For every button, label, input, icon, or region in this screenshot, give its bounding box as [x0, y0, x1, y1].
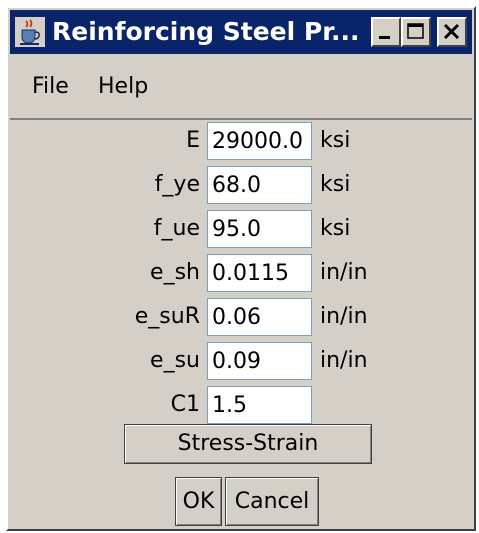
- f-ue-unit: ksi: [320, 216, 351, 241]
- f-ue-field[interactable]: [207, 210, 312, 248]
- e-field[interactable]: [207, 122, 312, 160]
- e-sur-unit: in/in: [320, 304, 368, 329]
- close-button[interactable]: [437, 17, 467, 47]
- c1-label: C1: [170, 392, 200, 417]
- menu-file[interactable]: File: [32, 56, 69, 118]
- c1-field[interactable]: [207, 386, 312, 424]
- menu-help[interactable]: Help: [98, 56, 148, 118]
- cancel-button[interactable]: Cancel: [225, 477, 319, 526]
- maximize-icon: [407, 23, 424, 39]
- e-sh-field[interactable]: [207, 254, 312, 292]
- f-ye-field[interactable]: [207, 166, 312, 204]
- f-ye-unit: ksi: [320, 172, 351, 197]
- ok-button[interactable]: OK: [175, 477, 222, 526]
- e-su-unit: in/in: [320, 348, 368, 373]
- e-sh-label: e_sh: [150, 260, 200, 285]
- window-title: Reinforcing Steel Pr...: [52, 17, 360, 46]
- e-su-field[interactable]: [207, 342, 312, 380]
- e-sh-unit: in/in: [320, 260, 368, 285]
- e-label: E: [186, 128, 200, 153]
- menu-bar: File Help: [10, 56, 472, 120]
- stress-strain-button[interactable]: Stress-Strain: [124, 424, 372, 464]
- reinforcing-steel-window: Reinforcing Steel Pr... File Help E ksi …: [6, 6, 476, 531]
- e-sur-label: e_suR: [134, 304, 200, 329]
- e-unit: ksi: [320, 128, 351, 153]
- minimize-button[interactable]: [371, 17, 401, 47]
- title-bar[interactable]: Reinforcing Steel Pr...: [10, 10, 472, 54]
- maximize-button[interactable]: [401, 17, 431, 47]
- f-ye-label: f_ye: [154, 172, 200, 197]
- f-ue-label: f_ue: [153, 216, 200, 241]
- minimize-icon: [379, 36, 390, 39]
- close-icon: [443, 23, 460, 40]
- java-coffee-cup-icon[interactable]: [15, 17, 45, 47]
- e-sur-field[interactable]: [207, 298, 312, 336]
- e-su-label: e_su: [150, 348, 200, 373]
